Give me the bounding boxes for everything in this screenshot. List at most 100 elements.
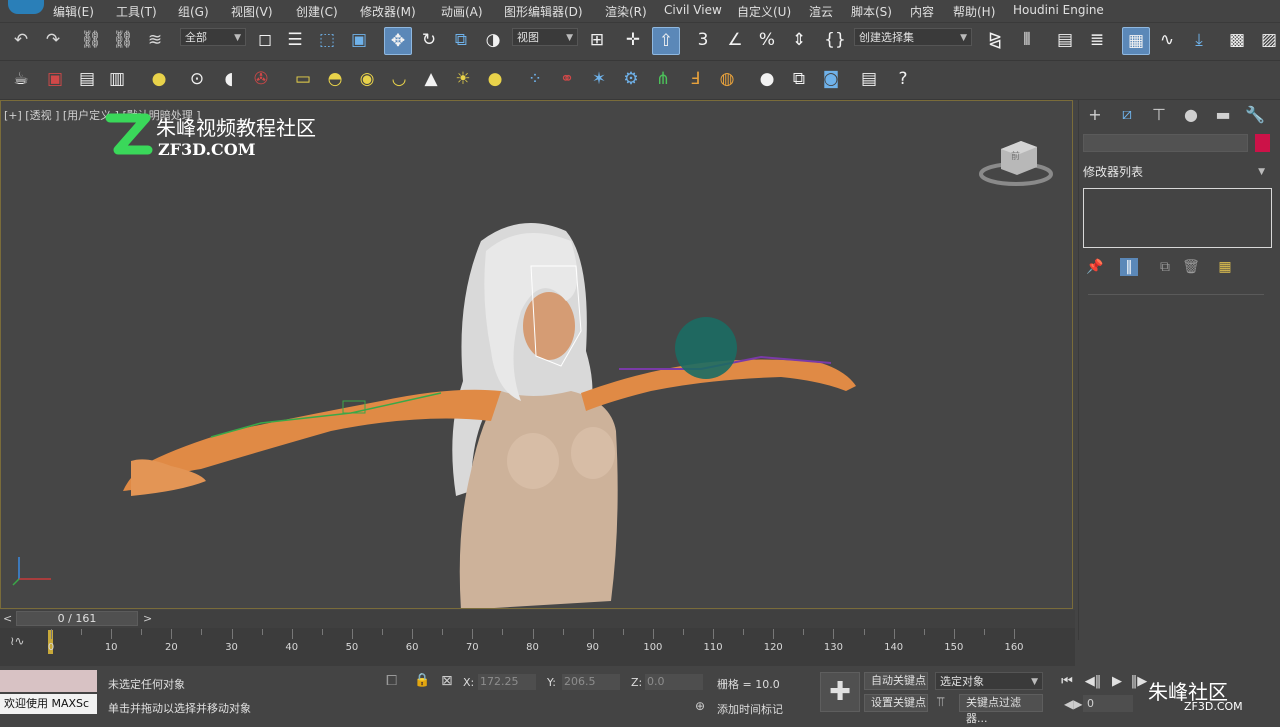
x-coordinate-field[interactable]: 172.25 (478, 674, 536, 690)
toggle-ribbon-icon[interactable]: ▦ (1122, 27, 1150, 55)
edit-named-selection-icon[interactable]: {} (822, 27, 848, 53)
bake-icon[interactable]: ◙ (818, 66, 844, 92)
scene-explorer-icon[interactable]: ▤ (1052, 27, 1078, 53)
select-and-rotate-icon[interactable]: ↻ (416, 27, 442, 53)
redo-icon[interactable]: ↷ (40, 27, 66, 53)
modify-tab-icon[interactable]: ⧄ (1113, 104, 1141, 124)
isolate-selection-icon[interactable]: ⧠ (386, 673, 397, 689)
time-slider[interactable] (0, 610, 1075, 628)
menu-tools[interactable]: 工具(T) (116, 3, 157, 20)
pivot-center-icon[interactable]: ⊞ (584, 27, 610, 53)
display-tab-icon[interactable]: ▬ (1209, 104, 1237, 124)
bind-space-warp-icon[interactable]: ≋ (142, 27, 168, 53)
link-icon[interactable]: ⛓ (78, 27, 104, 53)
sun-icon[interactable]: ☀ (450, 66, 476, 92)
selection-filter-dropdown[interactable]: 全部 ▼ (180, 28, 246, 46)
snaps-toggle-icon[interactable]: 3 (690, 27, 716, 53)
key-target-dropdown[interactable]: 选定对象 ▼ (935, 672, 1043, 690)
material-editor-icon[interactable]: ▩ (1224, 27, 1250, 53)
film-icon[interactable]: ✇ (248, 66, 274, 92)
select-and-move-icon[interactable]: ✥ (384, 27, 412, 55)
menu-customize[interactable]: 自定义(U) (737, 3, 791, 20)
shell-icon[interactable]: ◍ (714, 66, 740, 92)
modifier-list-dropdown[interactable]: 修改器列表 ▼ (1083, 163, 1273, 182)
schematic-view-icon[interactable]: ⤓ (1186, 27, 1212, 53)
sound-icon[interactable]: ◖ (216, 66, 242, 92)
angle-snap-icon[interactable]: ∠ (722, 27, 748, 53)
perspective-viewport[interactable] (0, 100, 1073, 609)
maxscript-listener-label[interactable]: 欢迎使用 MAXSc (0, 694, 97, 714)
sphere-icon[interactable]: ● (754, 66, 780, 92)
particles-icon[interactable]: ⁘ (522, 66, 548, 92)
make-unique-icon[interactable]: ⧉ (1156, 258, 1174, 276)
crystal-icon[interactable]: ✶ (586, 66, 612, 92)
time-tag-icon[interactable]: ⊕ (695, 699, 705, 713)
app-logo-icon[interactable] (8, 0, 44, 14)
menu-edit[interactable]: 编辑(E) (53, 3, 94, 20)
select-object-icon[interactable]: ◻ (252, 27, 278, 53)
bowl-icon[interactable]: ◡ (386, 66, 412, 92)
molecule-icon[interactable]: ⚭ (554, 66, 580, 92)
render-frame-icon[interactable]: ▣ (42, 66, 68, 92)
menu-animation[interactable]: 动画(A) (441, 3, 483, 20)
menu-rendering[interactable]: 渲染(R) (605, 3, 647, 20)
create-tab-icon[interactable]: + (1081, 104, 1109, 124)
object-color-swatch[interactable] (1255, 134, 1270, 152)
unlink-icon[interactable]: ⛓ (110, 27, 136, 53)
menu-modifiers[interactable]: 修改器(M) (360, 3, 416, 20)
maxscript-listener-input[interactable] (0, 670, 97, 692)
set-key-big-icon[interactable]: ✚ (820, 672, 860, 712)
curve-editor-icon[interactable]: ∿ (1154, 27, 1180, 53)
rectangular-selection-icon[interactable]: ⬚ (314, 27, 340, 53)
current-frame-field[interactable]: 0 (1083, 695, 1133, 712)
hierarchy-tab-icon[interactable]: ⊤ (1145, 104, 1173, 124)
menu-help[interactable]: 帮助(H) (953, 3, 995, 20)
key-mode-toggle-icon[interactable]: ◀▶ (1064, 697, 1082, 711)
menu-scripting[interactable]: 脚本(S) (851, 3, 892, 20)
remove-modifier-icon[interactable]: 🗑 (1182, 258, 1200, 276)
named-selection-dropdown[interactable]: 创建选择集 ▼ (854, 28, 972, 46)
transform-type-in-icon[interactable]: ⊠ (441, 673, 453, 689)
time-slider-prev-button[interactable]: < (3, 612, 12, 625)
dome-icon[interactable]: ◓ (322, 66, 348, 92)
plane-icon[interactable]: ▭ (290, 66, 316, 92)
align-icon[interactable]: ⫴ (1014, 27, 1040, 53)
auto-key-button[interactable]: 自动关键点 (864, 672, 928, 690)
play-icon[interactable]: ▶ (1107, 672, 1127, 690)
render-list-icon[interactable]: ▥ (104, 66, 130, 92)
light-bulb-icon[interactable]: ● (146, 66, 172, 92)
camera-icon[interactable]: ⊙ (184, 66, 210, 92)
object-name-field[interactable] (1083, 134, 1248, 152)
go-to-start-icon[interactable]: ⏮ (1057, 672, 1077, 690)
menu-create[interactable]: 创建(C) (296, 3, 338, 20)
select-and-scale-icon[interactable]: ⧉ (448, 27, 474, 53)
motion-tab-icon[interactable]: ● (1177, 104, 1205, 124)
percent-snap-icon[interactable]: % (754, 27, 780, 53)
teapot-icon[interactable]: ☕ (8, 66, 34, 92)
menu-civil-view[interactable]: Civil View (664, 3, 722, 17)
grass-icon[interactable]: ⋔ (650, 66, 676, 92)
proxy-icon[interactable]: ⧉ (786, 66, 812, 92)
show-end-result-icon[interactable]: ‖ (1120, 258, 1138, 276)
set-key-button[interactable]: 设置关键点 (864, 694, 928, 712)
menu-houdini-engine[interactable]: Houdini Engine (1013, 3, 1104, 17)
y-coordinate-field[interactable]: 206.5 (562, 674, 620, 690)
z-coordinate-field[interactable]: 0.0 (645, 674, 703, 690)
viewcube[interactable] (979, 141, 1053, 186)
undo-icon[interactable]: ↶ (8, 27, 34, 53)
gear-icon[interactable]: ⚙ (618, 66, 644, 92)
time-slider-next-button[interactable]: > (143, 612, 152, 625)
mirror-icon[interactable]: ⧎ (982, 27, 1008, 53)
menu-renyun[interactable]: 渲云 (809, 3, 833, 20)
modifier-stack[interactable] (1083, 188, 1272, 248)
key-mode-icon[interactable]: ⫪ (937, 695, 944, 710)
hair-fur-icon[interactable]: Ⅎ (682, 66, 708, 92)
configure-modifier-sets-icon[interactable]: ▦ (1216, 258, 1234, 276)
keyboard-shortcut-override-icon[interactable]: ⇧ (652, 27, 680, 55)
render-settings-icon[interactable]: ▤ (74, 66, 100, 92)
settings-panel-icon[interactable]: ▤ (856, 66, 882, 92)
select-manipulate-icon[interactable]: ✛ (620, 27, 646, 53)
menu-group[interactable]: 组(G) (178, 3, 209, 20)
render-setup-icon[interactable]: ▨ (1256, 27, 1280, 53)
layer-explorer-icon[interactable]: ≣ (1084, 27, 1110, 53)
